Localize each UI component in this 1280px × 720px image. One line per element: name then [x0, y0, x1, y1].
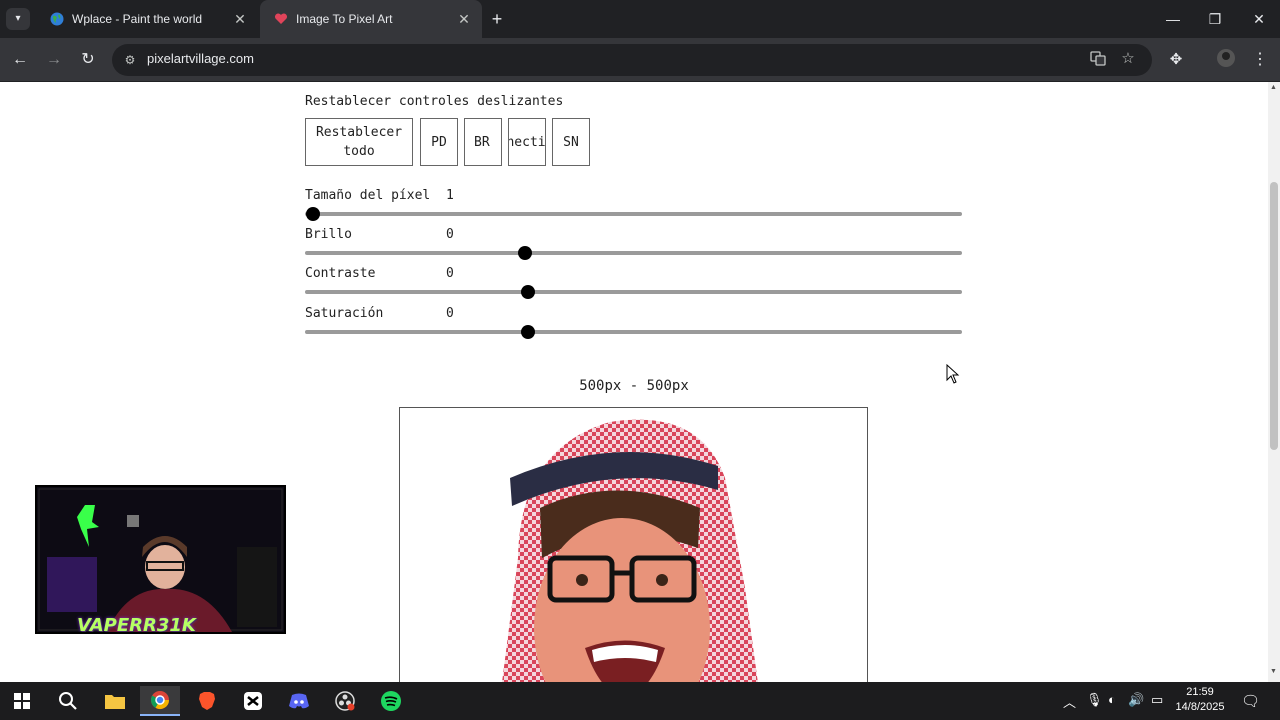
- tab-strip: ▾ Wplace - Paint the world ✕ Image To Pi…: [0, 0, 1280, 38]
- chevron-up-icon[interactable]: ︿: [1063, 692, 1076, 711]
- minimize-icon[interactable]: —: [1152, 0, 1194, 38]
- forward-arrow-icon[interactable]: →: [42, 48, 66, 72]
- clock-time: 21:59: [1186, 686, 1214, 698]
- preset-pd-button[interactable]: PD: [420, 118, 458, 166]
- notifications-icon[interactable]: 🗨: [1241, 692, 1260, 710]
- microphone-icon[interactable]: 🎙: [1086, 692, 1103, 708]
- tab-title: Wplace - Paint the world: [72, 12, 203, 26]
- scroll-down-icon[interactable]: ▼: [1270, 668, 1277, 675]
- site-info-icon[interactable]: ⚙: [120, 50, 140, 70]
- reload-icon[interactable]: ↻: [76, 48, 100, 72]
- reset-sliders-label: Restablecer controles deslizantes: [305, 94, 564, 109]
- contrast-value: 0: [446, 266, 454, 281]
- webcam-overlay: VAPERR31K: [35, 485, 286, 634]
- brave-icon[interactable]: [187, 686, 227, 716]
- url-text[interactable]: pixelartvillage.com: [147, 51, 254, 66]
- pixel-art-preview-image: [399, 407, 868, 682]
- capcut-icon[interactable]: [233, 686, 273, 716]
- slider-thumb[interactable]: [520, 325, 535, 339]
- scroll-up-icon[interactable]: ▲: [1270, 84, 1277, 91]
- scrollbar-thumb[interactable]: [1270, 182, 1278, 450]
- pixel-size-value: 1: [446, 188, 454, 203]
- obs-icon[interactable]: [325, 686, 365, 716]
- streamer-name: VAPERR31K: [77, 615, 196, 634]
- pixel-size-slider[interactable]: [305, 207, 962, 221]
- profile-avatar[interactable]: [1214, 48, 1238, 72]
- close-tab-icon[interactable]: ✕: [456, 11, 472, 28]
- menu-dots-icon[interactable]: ⋮: [1248, 48, 1272, 72]
- connecticut-label: Connecticut: [508, 135, 546, 150]
- file-explorer-icon[interactable]: [95, 686, 135, 716]
- preview-size-label: 500px - 500px: [579, 378, 689, 394]
- windows-start-icon[interactable]: [2, 686, 42, 716]
- tab-title: Image To Pixel Art: [296, 12, 393, 26]
- tab-search-button[interactable]: ▾: [6, 8, 30, 30]
- search-icon[interactable]: [48, 686, 88, 716]
- extensions-puzzle-icon[interactable]: ✥: [1164, 48, 1188, 72]
- chevron-down-icon: ▾: [15, 13, 21, 24]
- bookmark-star-icon[interactable]: ☆: [1118, 49, 1138, 69]
- slider-thumb[interactable]: [306, 207, 320, 221]
- browser-toolbar: ← → ↻ ⚙ pixelartvillage.com ☆ ✥ ⋮: [0, 38, 1280, 82]
- close-window-icon[interactable]: ✕: [1238, 0, 1280, 38]
- clock-date: 14/8/2025: [1175, 701, 1225, 713]
- restore-icon[interactable]: ❐: [1194, 0, 1236, 38]
- taskbar: ︿ 🎙 ◐ 🔊 ▭ 21:59 14/8/2025 🗨: [0, 682, 1280, 720]
- tab-wplace[interactable]: Wplace - Paint the world ✕: [36, 0, 258, 38]
- reset-all-button[interactable]: Restablecer todo: [305, 118, 413, 166]
- back-arrow-icon[interactable]: ←: [8, 48, 32, 72]
- brightness-value: 0: [446, 227, 454, 242]
- chrome-icon[interactable]: [140, 686, 180, 716]
- contrast-label: Contraste: [305, 266, 376, 281]
- heart-icon: [274, 12, 288, 26]
- preset-sn-button[interactable]: SN: [552, 118, 590, 166]
- new-tab-button[interactable]: +: [486, 8, 508, 30]
- saturation-label: Saturación: [305, 306, 384, 321]
- location-icon[interactable]: ◐: [1108, 692, 1116, 707]
- contrast-slider[interactable]: [305, 285, 962, 299]
- saturation-slider[interactable]: [305, 325, 962, 339]
- saturation-value: 0: [446, 306, 454, 321]
- network-icon[interactable]: ▭: [1151, 692, 1163, 708]
- globe-icon: [50, 12, 64, 26]
- brightness-label: Brillo: [305, 227, 352, 242]
- slider-thumb[interactable]: [520, 285, 535, 299]
- preset-connecticut-button[interactable]: Connecticut: [508, 118, 546, 166]
- tab-image-to-pixel-art[interactable]: Image To Pixel Art ✕: [260, 0, 482, 38]
- translate-icon[interactable]: [1088, 50, 1108, 70]
- page-scrollbar[interactable]: ▲ ▼: [1268, 82, 1280, 682]
- mouse-cursor-icon: [946, 363, 960, 389]
- slider-thumb[interactable]: [517, 246, 532, 260]
- volume-icon[interactable]: 🔊: [1128, 692, 1144, 708]
- clock[interactable]: 21:59 14/8/2025: [1168, 685, 1232, 715]
- preset-br-button[interactable]: BR: [464, 118, 502, 166]
- address-bar[interactable]: ⚙ pixelartvillage.com ☆: [112, 44, 1152, 76]
- pixel-size-label: Tamaño del píxel: [305, 188, 431, 203]
- spotify-icon[interactable]: [371, 686, 411, 716]
- discord-icon[interactable]: [279, 686, 319, 716]
- close-tab-icon[interactable]: ✕: [232, 11, 248, 28]
- brightness-slider[interactable]: [305, 246, 962, 260]
